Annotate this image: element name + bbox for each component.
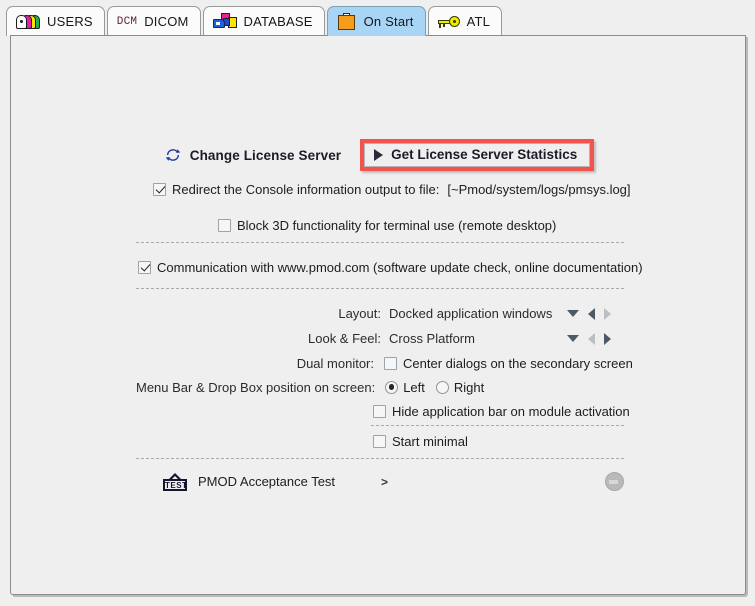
block-3d-row: Block 3D functionality for terminal use … [218, 218, 556, 233]
look-feel-dropdown-icon[interactable] [567, 335, 579, 342]
users-stack-icon [16, 14, 40, 30]
acceptance-test-arrow[interactable]: > [381, 475, 388, 489]
tab-dicom[interactable]: DCM DICOM [106, 6, 201, 36]
start-minimal-label: Start minimal [392, 434, 468, 449]
get-license-server-statistics-highlight: Get License Server Statistics [360, 139, 595, 171]
tab-atl[interactable]: ATL [427, 6, 503, 36]
redirect-console-checkbox[interactable] [153, 183, 166, 196]
menu-bar-position-row: Menu Bar & Drop Box position on screen: … [136, 380, 484, 395]
license-server-row: Change License Server Get License Server… [11, 139, 747, 171]
communication-checkbox[interactable] [138, 261, 151, 274]
refresh-circular-arrows-icon[interactable] [164, 146, 182, 164]
dual-monitor-checkbox-label: Center dialogs on the secondary screen [403, 356, 633, 371]
look-feel-next-icon[interactable] [604, 332, 611, 345]
hide-app-bar-checkbox[interactable] [373, 405, 386, 418]
inbox-arrow-icon [337, 12, 357, 32]
play-triangle-icon [374, 148, 384, 161]
look-feel-prev-icon[interactable] [588, 332, 595, 345]
dcm-text-icon: DCM [116, 15, 138, 28]
layout-prev-icon[interactable] [588, 307, 595, 320]
communication-row: Communication with www.pmod.com (softwar… [138, 260, 643, 275]
menu-bar-position-label: Menu Bar & Drop Box position on screen: [136, 380, 376, 395]
dual-monitor-label: Dual monitor: [296, 356, 374, 371]
separator-4 [136, 458, 624, 459]
tab-users-label: USERS [47, 14, 93, 29]
separator-3 [371, 425, 624, 426]
tab-on-start-label: On Start [363, 14, 414, 29]
look-feel-label: Look & Feel: [308, 331, 381, 346]
hide-app-bar-label: Hide application bar on module activatio… [392, 404, 630, 419]
dual-monitor-row: Dual monitor: Center dialogs on the seco… [241, 356, 633, 371]
block-3d-label: Block 3D functionality for terminal use … [237, 218, 557, 233]
tab-dicom-label: DICOM [144, 14, 189, 29]
on-start-settings-panel: Change License Server Get License Server… [10, 35, 746, 595]
acceptance-test-label[interactable]: PMOD Acceptance Test [198, 474, 335, 489]
start-minimal-checkbox[interactable] [373, 435, 386, 448]
tab-on-start[interactable]: On Start [326, 6, 426, 36]
stop-round-button-icon[interactable] [605, 472, 624, 491]
get-license-server-statistics-button[interactable]: Get License Server Statistics [364, 143, 591, 167]
key-icon [437, 15, 460, 29]
test-sign-icon: TEST [163, 472, 188, 491]
redirect-console-label: Redirect the Console information output … [172, 182, 440, 197]
tab-users[interactable]: USERS [6, 6, 105, 36]
look-feel-value[interactable]: Cross Platform [389, 331, 567, 346]
test-sign-icon-text: TEST [163, 478, 188, 491]
redirect-console-row: Redirect the Console information output … [153, 182, 631, 197]
block-3d-checkbox[interactable] [218, 219, 231, 232]
layout-row: Layout: Docked application windows [321, 306, 611, 321]
dual-monitor-checkbox[interactable] [384, 357, 397, 370]
database-icon [212, 12, 237, 31]
look-feel-row: Look & Feel: Cross Platform [305, 331, 611, 346]
get-license-server-statistics-label: Get License Server Statistics [391, 147, 578, 162]
tab-atl-label: ATL [466, 14, 491, 29]
change-license-server-label[interactable]: Change License Server [190, 148, 341, 163]
tab-database-label: DATABASE [243, 14, 313, 29]
layout-dropdown-icon[interactable] [567, 310, 579, 317]
acceptance-test-row: TEST PMOD Acceptance Test > [163, 472, 624, 491]
layout-next-icon[interactable] [604, 307, 611, 320]
start-minimal-row: Start minimal [373, 434, 468, 449]
tab-database[interactable]: DATABASE [202, 6, 325, 36]
menu-bar-right-radio[interactable] [435, 381, 449, 394]
tab-bar: USERS DCM DICOM DATABASE On Start ATL [0, 0, 755, 36]
layout-label: Layout: [338, 306, 381, 321]
separator-2 [136, 288, 624, 289]
menu-bar-right-label: Right [453, 380, 485, 395]
menu-bar-left-radio[interactable] [385, 381, 399, 394]
layout-value[interactable]: Docked application windows [389, 306, 567, 321]
communication-label: Communication with www.pmod.com (softwar… [157, 260, 643, 275]
separator-1 [136, 242, 624, 243]
menu-bar-left-label: Left [403, 380, 425, 395]
redirect-console-path: [~Pmod/system/logs/pmsys.log] [447, 182, 631, 197]
hide-app-bar-row: Hide application bar on module activatio… [373, 404, 630, 419]
